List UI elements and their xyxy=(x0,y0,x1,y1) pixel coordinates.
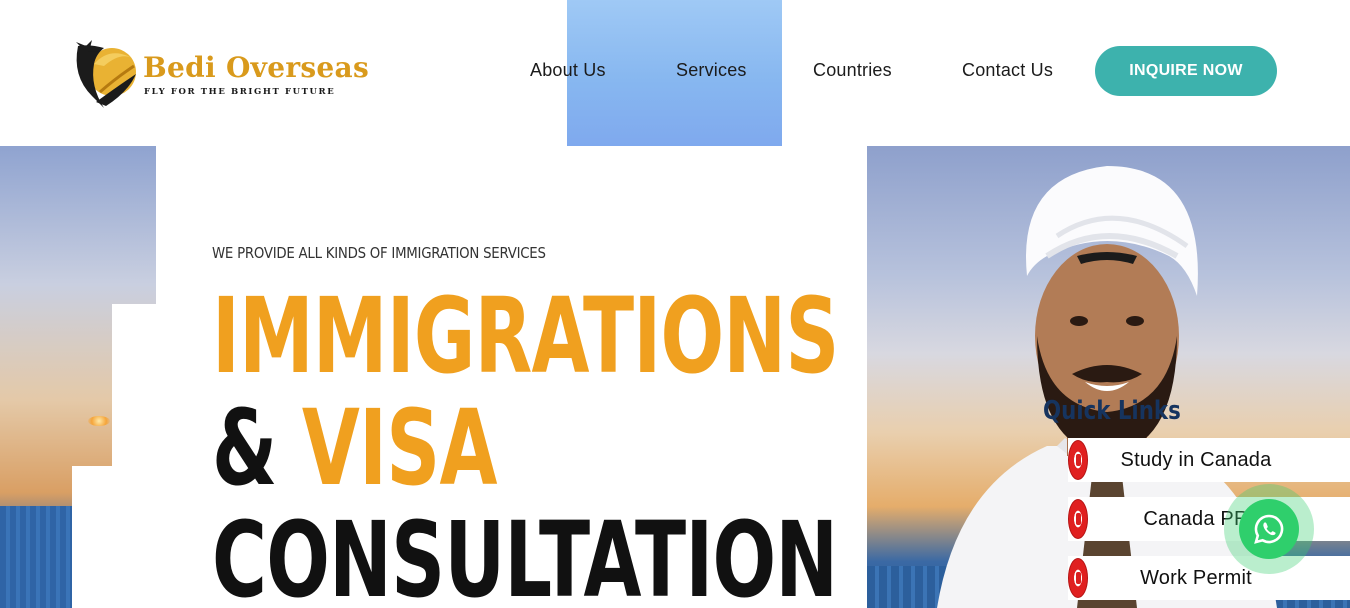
brand-name: Bedi Overseas xyxy=(143,51,370,84)
canada-flag-icon xyxy=(1068,440,1088,480)
brand-logo[interactable]: Bedi Overseas FLY FOR THE BRIGHT FUTURE xyxy=(70,36,370,112)
hero-heading-line-2: & VISA xyxy=(212,396,497,500)
canada-flag-icon xyxy=(1068,499,1088,539)
hero-section: WE PROVIDE ALL KINDS OF IMMIGRATION SERV… xyxy=(0,146,1350,608)
nav-item-contact-us[interactable]: Contact Us xyxy=(962,60,1053,81)
nav-item-about-us[interactable]: About Us xyxy=(530,60,606,81)
airplane-light-decoration xyxy=(88,416,110,426)
nav-item-services[interactable]: Services xyxy=(676,60,747,81)
nav-item-countries[interactable]: Countries xyxy=(813,60,892,81)
quick-link-label: Study in Canada xyxy=(1120,448,1272,471)
inquire-now-button[interactable]: INQUIRE NOW xyxy=(1095,46,1277,96)
hero-heading-line-1: IMMIGRATIONS xyxy=(212,275,839,397)
decorative-step xyxy=(72,466,132,608)
canada-flag-icon xyxy=(1068,558,1088,598)
hero-heading-line-3: CONSULTATION xyxy=(212,499,838,608)
brand-tagline: FLY FOR THE BRIGHT FUTURE xyxy=(144,87,336,97)
quick-link-study-in-canada[interactable]: Study in Canada xyxy=(1068,438,1350,482)
hangar-decoration xyxy=(0,506,80,608)
hero-subtitle: WE PROVIDE ALL KINDS OF IMMIGRATION SERV… xyxy=(212,244,546,262)
hero-heading-accent: VISA xyxy=(301,387,498,509)
whatsapp-icon xyxy=(1254,514,1284,544)
site-header: Bedi Overseas FLY FOR THE BRIGHT FUTURE … xyxy=(0,0,1350,146)
hero-heading-ampersand: & xyxy=(212,387,302,509)
whatsapp-button[interactable] xyxy=(1239,499,1299,559)
globe-plane-logo-icon xyxy=(76,40,136,108)
quick-link-work-permit[interactable]: Work Permit xyxy=(1068,556,1350,600)
quick-links-title: Quick Links xyxy=(1043,396,1181,426)
